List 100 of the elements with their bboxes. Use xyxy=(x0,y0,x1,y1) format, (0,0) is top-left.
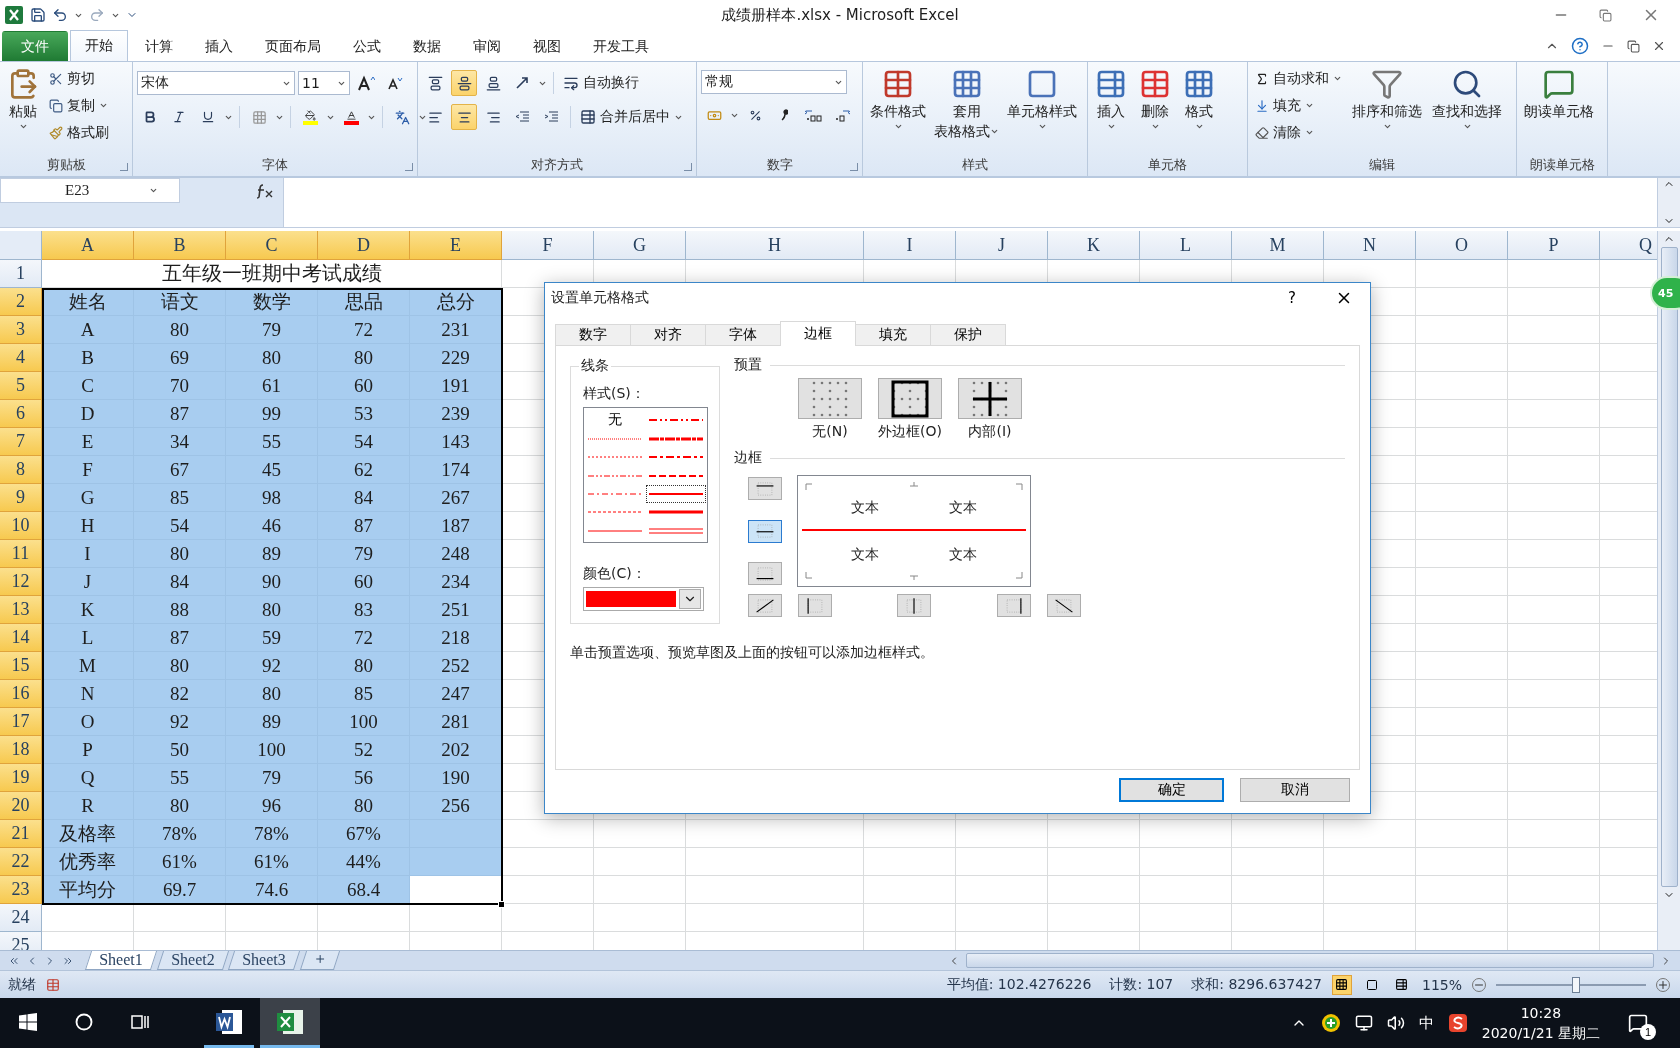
table-cell: 80 xyxy=(226,596,318,624)
column-header[interactable]: O xyxy=(1416,231,1508,260)
line-style-list[interactable]: 无 xyxy=(583,407,708,543)
row-header[interactable]: 11 xyxy=(0,540,42,568)
table-cell: 231 xyxy=(410,316,502,344)
ribbon-tab[interactable]: 开发工具 xyxy=(578,31,664,61)
row-header[interactable]: 10 xyxy=(0,512,42,540)
row-header[interactable]: 14 xyxy=(0,624,42,652)
ribbon-button[interactable]: 填充 xyxy=(1252,93,1345,118)
column-header[interactable]: F xyxy=(502,231,594,260)
row-header[interactable]: 3 xyxy=(0,316,42,344)
column-header[interactable]: B xyxy=(134,231,226,260)
ribbon-button[interactable]: 条件格式 xyxy=(867,66,929,154)
column-header[interactable]: A xyxy=(42,231,134,260)
row-header[interactable]: 17 xyxy=(0,708,42,736)
row-header[interactable]: 23 xyxy=(0,876,42,904)
ribbon-button[interactable]: 单元格样式 xyxy=(1004,66,1080,154)
ribbon-button[interactable]: 自动求和 xyxy=(1252,66,1345,91)
ribbon-button[interactable]: 合并后居中 xyxy=(577,104,686,130)
border-preview[interactable]: 文本 文本 文本 文本 xyxy=(797,475,1031,587)
ribbon-button[interactable]: 清除 xyxy=(1252,120,1345,145)
row-header[interactable]: 18 xyxy=(0,736,42,764)
ribbon-tab[interactable]: 插入 xyxy=(190,31,248,61)
column-header[interactable]: E xyxy=(410,231,502,260)
row-header[interactable]: 21 xyxy=(0,820,42,848)
ribbon-button[interactable]: 复制 xyxy=(46,93,112,118)
row-header[interactable]: 4 xyxy=(0,344,42,372)
ribbon-button[interactable]: 插入 xyxy=(1092,66,1130,154)
dialog-tab[interactable]: 对齐 xyxy=(630,324,706,346)
dialog-button[interactable]: 确定 xyxy=(1119,778,1224,802)
row-header[interactable]: 12 xyxy=(0,568,42,596)
ribbon-tab[interactable]: 视图 xyxy=(518,31,576,61)
table-cell: 44% xyxy=(318,848,410,876)
ribbon-tab[interactable]: 公式 xyxy=(338,31,396,61)
sheet-tab[interactable]: Sheet1 xyxy=(84,951,157,970)
sheet-tab[interactable]: Sheet3 xyxy=(228,951,300,970)
row-header[interactable]: 22 xyxy=(0,848,42,876)
row-header[interactable]: 8 xyxy=(0,456,42,484)
row-header[interactable]: 7 xyxy=(0,428,42,456)
row-header[interactable]: 1 xyxy=(0,260,42,288)
column-header[interactable]: J xyxy=(956,231,1048,260)
row-header[interactable]: 5 xyxy=(0,372,42,400)
clock-time[interactable]: 10:28 xyxy=(1520,1003,1562,1023)
dialog-tab[interactable]: 边框 xyxy=(780,321,856,346)
ribbon-button[interactable]: 套用 表格格式 xyxy=(931,66,1002,154)
row-header[interactable]: 20 xyxy=(0,792,42,820)
notification-button[interactable]: 1 xyxy=(1614,998,1662,1048)
clock-date[interactable]: 2020/1/21 星期二 xyxy=(1481,1023,1600,1043)
row-header[interactable]: 19 xyxy=(0,764,42,792)
ribbon-button[interactable]: 格式刷 xyxy=(46,120,112,145)
ribbon-button[interactable]: 排序和筛选 xyxy=(1349,66,1425,154)
column-header[interactable]: P xyxy=(1508,231,1600,260)
row-header[interactable]: 2 xyxy=(0,288,42,316)
number-format-field[interactable]: 常规 xyxy=(701,70,847,94)
row-header[interactable]: 13 xyxy=(0,596,42,624)
ribbon-button[interactable]: 粘贴 xyxy=(4,66,42,154)
ribbon-button[interactable]: 朗读单元格 xyxy=(1521,66,1597,154)
column-header[interactable]: G xyxy=(594,231,686,260)
dialog-tab[interactable]: 填充 xyxy=(855,324,931,346)
ribbon-button[interactable]: 查找和选择 xyxy=(1429,66,1505,154)
column-header[interactable]: D xyxy=(318,231,410,260)
column-header[interactable]: C xyxy=(226,231,318,260)
zoom-level[interactable]: 115% xyxy=(1421,976,1462,993)
ribbon-tab[interactable]: 开始 xyxy=(70,30,128,61)
column-header[interactable]: K xyxy=(1048,231,1140,260)
name-box[interactable]: E23 xyxy=(0,178,180,203)
ribbon-tab[interactable]: 数据 xyxy=(398,31,456,61)
row-header[interactable]: 6 xyxy=(0,400,42,428)
font-name-field[interactable]: 宋体 xyxy=(137,71,295,95)
ribbon-button[interactable]: 格式 xyxy=(1180,66,1218,154)
input-method[interactable]: 中 xyxy=(1418,1013,1434,1033)
column-header[interactable]: I xyxy=(864,231,956,260)
table-cell: 60 xyxy=(318,568,410,596)
table-cell: 82 xyxy=(134,680,226,708)
ribbon-tab[interactable]: 审阅 xyxy=(458,31,516,61)
dialog-tab[interactable]: 保护 xyxy=(930,324,1006,346)
dialog-button[interactable]: 取消 xyxy=(1240,778,1350,802)
dialog-tab[interactable]: 数字 xyxy=(555,324,631,346)
line-style-option[interactable]: 无 xyxy=(585,410,646,430)
column-header[interactable]: N xyxy=(1324,231,1416,260)
column-header[interactable]: H xyxy=(686,231,864,260)
dialog-tab[interactable]: 字体 xyxy=(705,324,781,346)
ribbon-tab[interactable]: 计算 xyxy=(130,31,188,61)
row-header[interactable]: 16 xyxy=(0,680,42,708)
column-header[interactable]: L xyxy=(1140,231,1232,260)
ribbon-button[interactable]: 删除 xyxy=(1136,66,1174,154)
ribbon-tab[interactable]: 页面布局 xyxy=(250,31,336,61)
column-header[interactable]: Q xyxy=(1600,231,1657,260)
row-header[interactable]: 9 xyxy=(0,484,42,512)
column-header[interactable]: M xyxy=(1232,231,1324,260)
ribbon-button[interactable]: 自动换行 xyxy=(560,70,642,96)
font-size-field[interactable]: 11 xyxy=(298,71,350,95)
row-header[interactable]: 15 xyxy=(0,652,42,680)
ribbon-tab[interactable]: 文件 xyxy=(2,31,68,61)
sheet-tab[interactable]: Sheet2 xyxy=(156,951,229,970)
table-cell: 69.7 xyxy=(134,876,226,904)
row-header[interactable]: 24 xyxy=(0,904,42,932)
table-cell: 90 xyxy=(226,568,318,596)
help-button[interactable]: ? xyxy=(1266,283,1318,313)
ribbon-button[interactable]: 剪切 xyxy=(46,66,112,91)
